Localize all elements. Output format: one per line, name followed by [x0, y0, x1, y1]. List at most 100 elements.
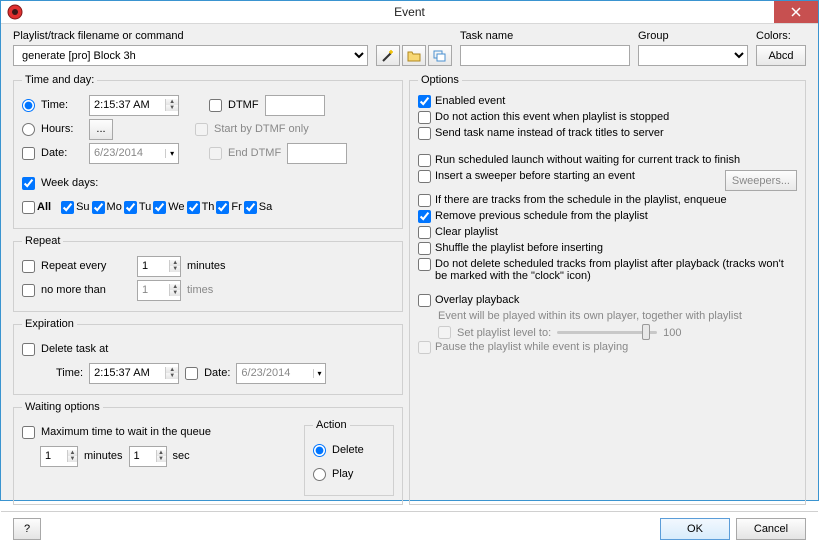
repeat-every-input[interactable]: ▲▼ [137, 256, 181, 277]
taskname-label: Task name [460, 30, 630, 42]
taskname-input[interactable] [460, 45, 630, 66]
level-max: 100 [663, 327, 681, 339]
calendar-icon[interactable]: ▾ [313, 369, 326, 378]
options-legend: Options [418, 74, 462, 86]
calendar-icon[interactable]: ▾ [165, 149, 178, 158]
start-dtmf-checkbox[interactable] [195, 123, 208, 136]
delete-task-checkbox[interactable] [22, 343, 35, 356]
options-group: Options Enabled event Do not action this… [409, 74, 806, 505]
exp-date-label[interactable]: Date: [204, 367, 230, 379]
time-input[interactable]: ▲▼ [89, 95, 179, 116]
dtmf-checkbox[interactable] [209, 99, 222, 112]
weekdays-label[interactable]: Week days: [41, 177, 98, 189]
end-dtmf-input[interactable] [287, 143, 347, 164]
expiration-group: Expiration Delete task at Time: ▲▼ Date:… [13, 318, 403, 395]
titlebar: Event [1, 1, 818, 24]
group-select[interactable] [638, 45, 748, 66]
day-all-checkbox[interactable] [22, 201, 35, 214]
time-day-legend: Time and day: [22, 74, 97, 86]
no-delete-checkbox[interactable] [418, 258, 431, 271]
colors-label: Colors: [756, 30, 806, 42]
repeat-minutes-label: minutes [187, 260, 226, 272]
cancel-button[interactable]: Cancel [736, 518, 806, 540]
overlay-hint: Event will be played within its own play… [438, 310, 797, 322]
folder-icon [407, 50, 421, 62]
group-label: Group [638, 30, 748, 42]
time-radio[interactable] [22, 99, 35, 112]
help-button[interactable]: ? [13, 518, 41, 540]
repeat-every-label[interactable]: Repeat every [41, 260, 131, 272]
close-button[interactable] [774, 1, 818, 23]
weekdays-checkbox[interactable] [22, 177, 35, 190]
nomore-input[interactable]: ▲▼ [137, 280, 181, 301]
if-tracks-checkbox[interactable] [418, 194, 431, 207]
delete-task-label[interactable]: Delete task at [41, 343, 108, 355]
hours-radio[interactable] [22, 123, 35, 136]
app-icon [7, 4, 23, 20]
run-sched-checkbox[interactable] [418, 154, 431, 167]
exp-time-input[interactable]: ▲▼ [89, 363, 179, 384]
nomore-label[interactable]: no more than [41, 284, 131, 296]
date-checkbox[interactable] [22, 147, 35, 160]
time-day-group: Time and day: Time: ▲▼ DTMF Hours: ... [13, 74, 403, 229]
no-action-checkbox[interactable] [418, 111, 431, 124]
day-sa-checkbox[interactable] [244, 201, 257, 214]
enabled-checkbox[interactable] [418, 95, 431, 108]
ok-button[interactable]: OK [660, 518, 730, 540]
close-icon [791, 7, 801, 17]
day-fr-checkbox[interactable] [216, 201, 229, 214]
max-wait-label[interactable]: Maximum time to wait in the queue [41, 426, 211, 438]
waiting-group: Waiting options Maximum time to wait in … [13, 401, 403, 505]
window-title: Event [394, 5, 425, 19]
filename-select[interactable]: generate [pro] Block 3h [13, 45, 368, 66]
end-dtmf-checkbox[interactable] [209, 147, 222, 160]
overlay-checkbox[interactable] [418, 294, 431, 307]
shuffle-checkbox[interactable] [418, 242, 431, 255]
insert-sweeper-checkbox[interactable] [418, 170, 431, 183]
nomore-checkbox[interactable] [22, 284, 35, 297]
day-su-checkbox[interactable] [61, 201, 74, 214]
exp-time-label: Time: [56, 367, 83, 379]
set-level-label: Set playlist level to: [457, 327, 551, 339]
repeat-group: Repeat Repeat every ▲▼ minutes no more t… [13, 235, 403, 312]
date-checkbox-label[interactable]: Date: [41, 147, 83, 159]
filename-label: Playlist/track filename or command [13, 30, 368, 42]
day-we-checkbox[interactable] [153, 201, 166, 214]
day-mo-checkbox[interactable] [92, 201, 105, 214]
action-legend: Action [313, 419, 350, 431]
windows-button[interactable] [428, 45, 452, 66]
wizard-button[interactable] [376, 45, 400, 66]
dtmf-input[interactable] [265, 95, 325, 116]
colors-button[interactable]: Abcd [756, 45, 806, 66]
day-all-label[interactable]: All [37, 201, 51, 213]
hours-radio-label[interactable]: Hours: [41, 123, 83, 135]
hours-button[interactable]: ... [89, 119, 113, 140]
date-input[interactable]: ▾ [89, 143, 179, 164]
remove-prev-checkbox[interactable] [418, 210, 431, 223]
exp-date-input[interactable]: ▾ [236, 363, 326, 384]
dtmf-label[interactable]: DTMF [228, 99, 259, 111]
time-radio-label[interactable]: Time: [41, 99, 83, 111]
clear-playlist-checkbox[interactable] [418, 226, 431, 239]
set-level-checkbox[interactable] [438, 326, 451, 339]
action-play-radio[interactable] [313, 468, 326, 481]
level-slider[interactable] [557, 331, 657, 334]
sweepers-button[interactable]: Sweepers... [725, 170, 797, 191]
pause-checkbox[interactable] [418, 341, 431, 354]
expiration-legend: Expiration [22, 318, 77, 330]
exp-date-checkbox[interactable] [185, 367, 198, 380]
day-th-checkbox[interactable] [187, 201, 200, 214]
wait-min-input[interactable]: ▲▼ [40, 446, 78, 467]
max-wait-checkbox[interactable] [22, 426, 35, 439]
send-task-checkbox[interactable] [418, 127, 431, 140]
windows-icon [433, 50, 447, 62]
times-label: times [187, 284, 213, 296]
day-tu-checkbox[interactable] [124, 201, 137, 214]
waiting-legend: Waiting options [22, 401, 103, 413]
action-group: Action Delete Play [304, 419, 394, 496]
wait-sec-input[interactable]: ▲▼ [129, 446, 167, 467]
browse-button[interactable] [402, 45, 426, 66]
action-delete-radio[interactable] [313, 444, 326, 457]
pause-label: Pause the playlist while event is playin… [435, 341, 797, 353]
repeat-every-checkbox[interactable] [22, 260, 35, 273]
